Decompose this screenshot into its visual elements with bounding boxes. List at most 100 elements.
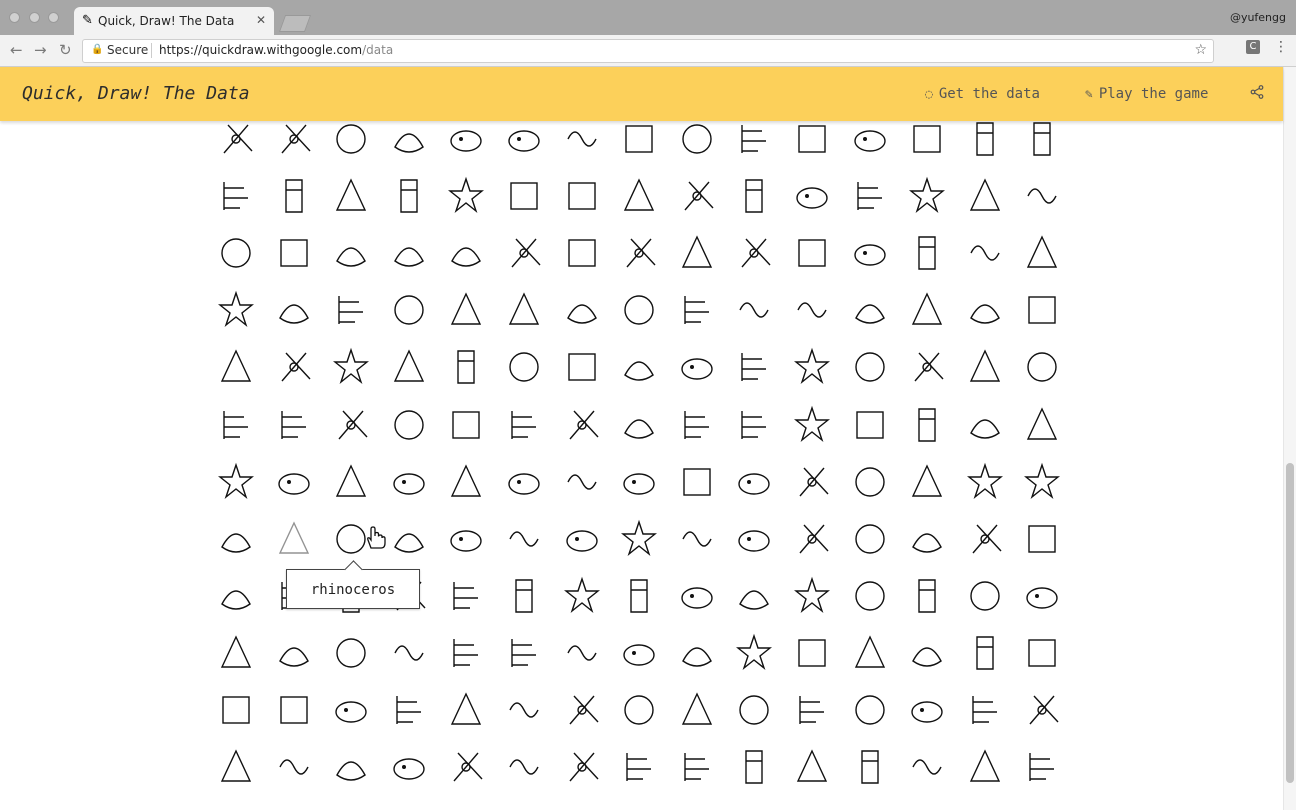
mailbox-doodle-icon[interactable]	[905, 231, 949, 275]
hot-air-balloon-doodle-icon[interactable]	[1020, 121, 1064, 161]
sock-doodle-icon[interactable]	[387, 631, 431, 675]
pants-doodle-icon[interactable]	[963, 345, 1007, 389]
stairs-doodle-icon[interactable]	[848, 631, 892, 675]
teapot-doodle-icon[interactable]	[272, 745, 316, 789]
marker-doodle-icon[interactable]	[1020, 231, 1064, 275]
sword-doodle-icon[interactable]	[963, 688, 1007, 732]
kangaroo-doodle-icon[interactable]	[675, 174, 719, 218]
river-doodle-icon[interactable]	[387, 517, 431, 561]
knee-doodle-icon[interactable]	[848, 174, 892, 218]
necklace-doodle-icon[interactable]	[272, 345, 316, 389]
mosquito-doodle-icon[interactable]	[617, 288, 661, 332]
get-the-data-link[interactable]: ◌ Get the data	[925, 86, 1040, 102]
reload-icon[interactable]: ↻	[59, 41, 72, 59]
hospital-doodle-icon[interactable]	[963, 121, 1007, 161]
skull-doodle-icon[interactable]	[675, 574, 719, 618]
scissors-doodle-icon[interactable]	[848, 517, 892, 561]
snail-doodle-icon[interactable]	[905, 574, 949, 618]
stethoscope-doodle-icon[interactable]	[214, 688, 258, 732]
pliers-doodle-icon[interactable]	[214, 460, 258, 504]
skyscraper-doodle-icon[interactable]	[732, 574, 776, 618]
mouth-doodle-icon[interactable]	[905, 288, 949, 332]
line-doodle-icon[interactable]	[617, 231, 661, 275]
squiggle-doodle-icon[interactable]	[732, 631, 776, 675]
see-saw-doodle-icon[interactable]	[214, 574, 258, 618]
share-icon[interactable]	[1250, 85, 1264, 103]
ocean-doodle-icon[interactable]	[387, 345, 431, 389]
bookmark-star-icon[interactable]: ☆	[1194, 42, 1207, 58]
address-bar[interactable]: 🔒 Secure https://quickdraw.withgoogle.co…	[82, 39, 1214, 63]
hat-doodle-icon[interactable]	[444, 121, 488, 161]
postcard-doodle-icon[interactable]	[502, 460, 546, 504]
laptop-doodle-icon[interactable]	[214, 231, 258, 275]
stove-doodle-icon[interactable]	[387, 688, 431, 732]
keyboard-doodle-icon[interactable]	[790, 174, 834, 218]
leg-doodle-icon[interactable]	[329, 231, 373, 275]
lightning-doodle-icon[interactable]	[560, 231, 604, 275]
remote-control-doodle-icon[interactable]	[214, 517, 258, 561]
penguin-doodle-icon[interactable]	[617, 403, 661, 447]
onion-doodle-icon[interactable]	[560, 345, 604, 389]
site-logo[interactable]: Quick, Draw! The Data	[22, 83, 250, 104]
headphones-doodle-icon[interactable]	[502, 121, 546, 161]
roller-coaster-doodle-icon[interactable]	[444, 517, 488, 561]
pig-doodle-icon[interactable]	[848, 403, 892, 447]
sweater-doodle-icon[interactable]	[848, 688, 892, 732]
extension-icon[interactable]: C	[1246, 40, 1260, 54]
peas-doodle-icon[interactable]	[502, 403, 546, 447]
lipstick-doodle-icon[interactable]	[732, 231, 776, 275]
raccoon-doodle-icon[interactable]	[790, 460, 834, 504]
lollipop-doodle-icon[interactable]	[848, 231, 892, 275]
owl-doodle-icon[interactable]	[675, 345, 719, 389]
octopus-doodle-icon[interactable]	[502, 345, 546, 389]
motorbike-doodle-icon[interactable]	[675, 288, 719, 332]
jail-doodle-icon[interactable]	[617, 174, 661, 218]
television-doodle-icon[interactable]	[444, 745, 488, 789]
new-tab-button[interactable]	[278, 15, 312, 32]
tiger-doodle-icon[interactable]	[790, 745, 834, 789]
toilet-doodle-icon[interactable]	[963, 745, 1007, 789]
skateboard-doodle-icon[interactable]	[617, 574, 661, 618]
leaf-doodle-icon[interactable]	[272, 231, 316, 275]
school-bus-doodle-icon[interactable]	[790, 517, 834, 561]
light-bulb-doodle-icon[interactable]	[387, 231, 431, 275]
spider-doodle-icon[interactable]	[502, 631, 546, 675]
hand-doodle-icon[interactable]	[329, 121, 373, 161]
tennis-racquet-doodle-icon[interactable]	[502, 745, 546, 789]
pizza-doodle-icon[interactable]	[1020, 403, 1064, 447]
peanut-doodle-icon[interactable]	[387, 403, 431, 447]
spreadsheet-doodle-icon[interactable]	[617, 631, 661, 675]
square-doodle-icon[interactable]	[675, 631, 719, 675]
scorpion-doodle-icon[interactable]	[905, 517, 949, 561]
star-doodle-icon[interactable]	[905, 631, 949, 675]
rake-doodle-icon[interactable]	[1020, 460, 1064, 504]
hot-dog-doodle-icon[interactable]	[214, 174, 258, 218]
tab-close-icon[interactable]: ✕	[256, 13, 266, 27]
sink-doodle-icon[interactable]	[560, 574, 604, 618]
hedgehog-doodle-icon[interactable]	[560, 121, 604, 161]
saxophone-doodle-icon[interactable]	[732, 517, 776, 561]
back-arrow-icon[interactable]: ←	[10, 41, 23, 59]
url-text[interactable]: https://quickdraw.withgoogle.com/data	[159, 43, 393, 57]
syringe-doodle-icon[interactable]	[1020, 688, 1064, 732]
squirrel-doodle-icon[interactable]	[790, 631, 834, 675]
streetlight-doodle-icon[interactable]	[502, 688, 546, 732]
harp-doodle-icon[interactable]	[387, 121, 431, 161]
parrot-doodle-icon[interactable]	[272, 403, 316, 447]
panda-doodle-icon[interactable]	[905, 345, 949, 389]
police-car-doodle-icon[interactable]	[272, 460, 316, 504]
toe-doodle-icon[interactable]	[905, 745, 949, 789]
the-eiffel-tower-doodle-icon[interactable]	[617, 745, 661, 789]
sleeping-bag-doodle-icon[interactable]	[790, 574, 834, 618]
house-plant-doodle-icon[interactable]	[387, 174, 431, 218]
window-close-button[interactable]	[9, 12, 20, 23]
rabbit-doodle-icon[interactable]	[732, 460, 776, 504]
knife-doodle-icon[interactable]	[905, 174, 949, 218]
lobster-doodle-icon[interactable]	[790, 231, 834, 275]
hourglass-doodle-icon[interactable]	[329, 174, 373, 218]
palm-tree-doodle-icon[interactable]	[848, 345, 892, 389]
megaphone-doodle-icon[interactable]	[272, 288, 316, 332]
sun-doodle-icon[interactable]	[732, 688, 776, 732]
screwdriver-doodle-icon[interactable]	[963, 517, 1007, 561]
jacket-doodle-icon[interactable]	[560, 174, 604, 218]
